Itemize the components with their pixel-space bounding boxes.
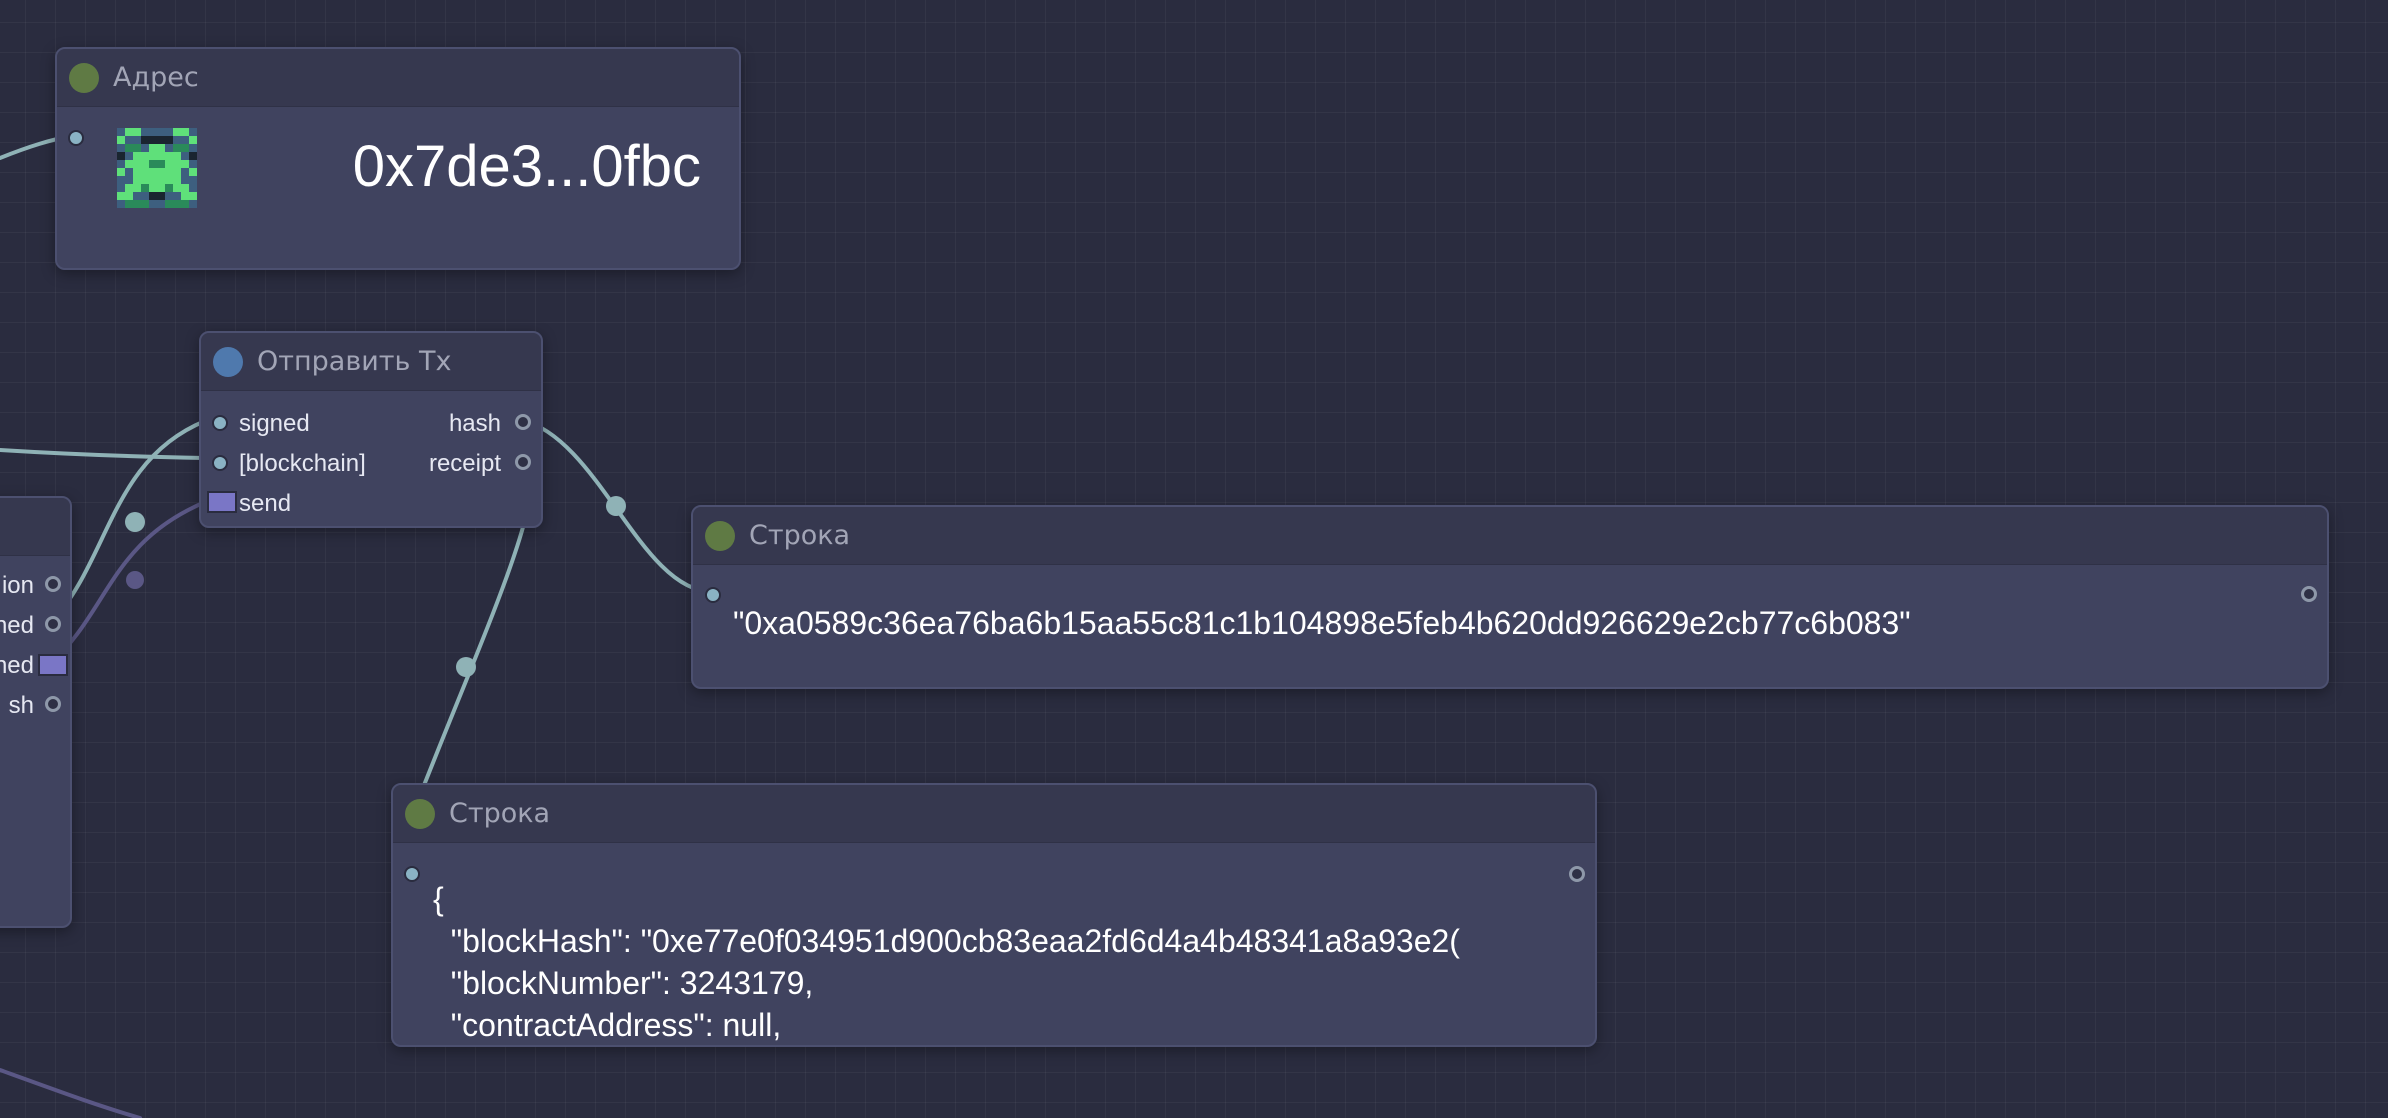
- node-status-icon: [69, 62, 99, 93]
- node-title: Адрес: [113, 62, 199, 93]
- string-value-clip: { "blockHash": "0xe77e0f034951d900cb83ea…: [433, 881, 1575, 1043]
- string-input-socket[interactable]: [404, 866, 420, 882]
- wire-midpoint: [456, 657, 476, 677]
- wire-midpoint: [125, 512, 145, 532]
- input-blockchain-socket[interactable]: [212, 455, 228, 471]
- node-status-icon: [705, 520, 735, 551]
- wire-flow-offscreen: [0, 1068, 142, 1118]
- node-header[interactable]: Отправить Tx: [201, 333, 541, 391]
- input-send-label: send: [239, 490, 292, 517]
- string-value: "0xa0589c36ea76ba6b15aa55c81c1b104898e5f…: [733, 605, 1911, 641]
- node-status-icon: [405, 798, 435, 829]
- input-signed-label: signed: [239, 410, 310, 437]
- string-input-socket[interactable]: [705, 587, 721, 603]
- node-header[interactable]: Адрес: [57, 49, 739, 107]
- node-title: Строка: [749, 520, 851, 551]
- node-header[interactable]: Строка: [393, 785, 1595, 843]
- identicon-icon: [117, 128, 197, 208]
- partial-output-label: ned: [0, 612, 34, 639]
- output-hash-label: hash: [448, 410, 501, 437]
- input-blockchain-label: [blockchain]: [239, 450, 366, 477]
- string-hash-node[interactable]: Строка "0xa0589c36ea76ba6b15aa55c81c1b10…: [691, 505, 2329, 689]
- partial-output-socket[interactable]: [45, 696, 61, 712]
- string-receipt-node[interactable]: Строка { "blockHash": "0xe77e0f034951d90…: [391, 783, 1597, 1047]
- partial-output-socket[interactable]: [45, 576, 61, 592]
- string-value-line: "blockHash": "0xe77e0f034951d900cb83eaa2…: [433, 923, 1460, 959]
- output-receipt-label: receipt: [428, 450, 501, 477]
- string-value-line: "contractAddress": null,: [433, 1007, 782, 1043]
- string-value-line: {: [433, 881, 444, 917]
- address-node[interactable]: Адрес 0x7de3...0fbc: [55, 47, 741, 270]
- wire-signed-offscreen: [0, 448, 207, 460]
- address-value: 0x7de3...0fbc: [352, 134, 701, 199]
- string-value-line: "blockNumber": 3243179,: [433, 965, 814, 1001]
- partial-output-label: ned: [0, 652, 34, 679]
- node-title: Строка: [449, 798, 551, 829]
- send-tx-node[interactable]: Отправить Tx signed [blockchain] send ha…: [199, 331, 543, 528]
- string-output-socket[interactable]: [1569, 866, 1585, 882]
- wire-flow-midpoint: [126, 571, 144, 589]
- partial-output-label: ion: [1, 572, 34, 599]
- string-output-socket[interactable]: [2301, 586, 2317, 602]
- partial-node[interactable]: ion ned ned sh: [0, 496, 72, 928]
- node-status-icon: [213, 346, 243, 377]
- partial-output-label: sh: [8, 692, 34, 719]
- output-hash-socket[interactable]: [515, 414, 531, 430]
- partial-output-socket[interactable]: [45, 616, 61, 632]
- wire-midpoint: [606, 496, 626, 516]
- output-receipt-socket[interactable]: [515, 454, 531, 470]
- input-signed-socket[interactable]: [212, 415, 228, 431]
- node-title: Отправить Tx: [257, 346, 452, 377]
- input-send-flow[interactable]: [207, 491, 237, 513]
- partial-flow-output[interactable]: [38, 654, 68, 676]
- address-input-socket[interactable]: [68, 130, 84, 146]
- node-header[interactable]: Строка: [693, 507, 2327, 565]
